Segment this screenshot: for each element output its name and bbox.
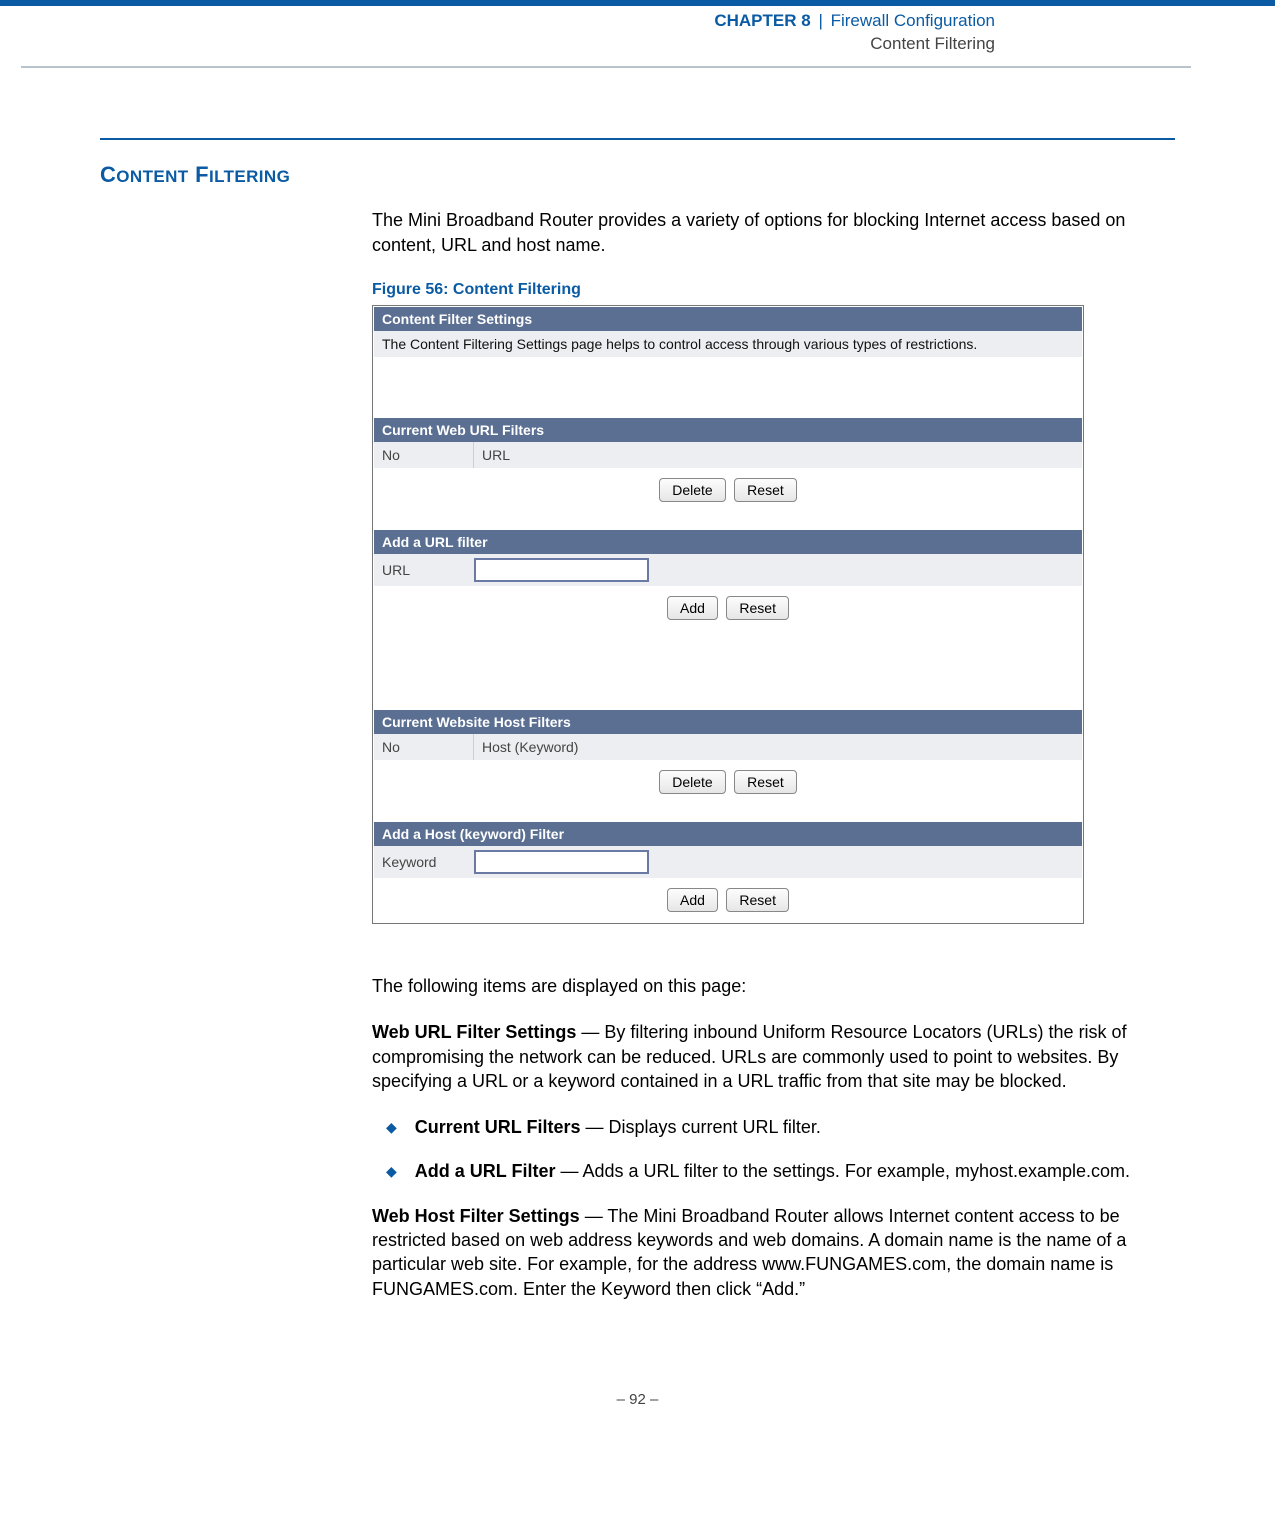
page-header: CHAPTER 8 | Firewall Configuration Conte… bbox=[0, 6, 1275, 66]
web-url-filter-paragraph: Web URL Filter Settings — By filtering i… bbox=[372, 1020, 1175, 1093]
section-heading: CONTENT FILTERING bbox=[100, 162, 1175, 188]
ss-add-host-title: Add a Host (keyword) Filter bbox=[374, 822, 1082, 846]
body-block: The Mini Broadband Router provides a var… bbox=[372, 208, 1175, 1301]
chapter-title: Firewall Configuration bbox=[831, 11, 995, 30]
heading-f: F bbox=[189, 162, 209, 187]
heading-c: C bbox=[100, 162, 116, 187]
ss-host-table-header: No Host (Keyword) bbox=[374, 734, 1082, 760]
ss-url-buttons: Delete Reset bbox=[374, 468, 1082, 512]
ss-add-url-title: Add a URL filter bbox=[374, 530, 1082, 554]
diamond-icon: ◆ bbox=[386, 1115, 397, 1139]
ss-url-form-row: URL bbox=[374, 554, 1082, 586]
ss-keyword-form-row: Keyword bbox=[374, 846, 1082, 878]
delete-button[interactable]: Delete bbox=[659, 478, 725, 502]
bullet2-body: — Adds a URL filter to the settings. For… bbox=[555, 1161, 1130, 1181]
bullet1-body: — Displays current URL filter. bbox=[580, 1117, 820, 1137]
separator: | bbox=[815, 11, 825, 30]
ss-url-table-header: No URL bbox=[374, 442, 1082, 468]
reset-button-4[interactable]: Reset bbox=[726, 888, 789, 912]
ss-main-title: Content Filter Settings bbox=[374, 307, 1082, 331]
embedded-screenshot: Content Filter Settings The Content Filt… bbox=[372, 305, 1084, 924]
ss-col-host: Host (Keyword) bbox=[474, 734, 1082, 760]
chapter-rest: HAPTER bbox=[727, 11, 797, 30]
heading-iltering: ILTERING bbox=[209, 167, 290, 186]
ss-keyword-label: Keyword bbox=[374, 849, 474, 875]
followup-paragraph: The following items are displayed on thi… bbox=[372, 974, 1175, 998]
reset-button-2[interactable]: Reset bbox=[726, 596, 789, 620]
figure-caption: Figure 56: Content Filtering bbox=[372, 281, 1175, 299]
keyword-input[interactable] bbox=[474, 850, 649, 874]
bullet-current-url: ◆ Current URL Filters — Displays current… bbox=[372, 1115, 1175, 1139]
ss-host-filters-title: Current Website Host Filters bbox=[374, 710, 1082, 734]
url-input[interactable] bbox=[474, 558, 649, 582]
delete-button-2[interactable]: Delete bbox=[659, 770, 725, 794]
page-number: – 92 – bbox=[0, 1323, 1275, 1428]
content-area: CONTENT FILTERING The Mini Broadband Rou… bbox=[0, 68, 1275, 1301]
reset-button-3[interactable]: Reset bbox=[734, 770, 797, 794]
add-button-2[interactable]: Add bbox=[667, 888, 718, 912]
ss-url-filters-title: Current Web URL Filters bbox=[374, 418, 1082, 442]
bullet2-lead: Add a URL Filter bbox=[415, 1161, 556, 1181]
reset-button[interactable]: Reset bbox=[734, 478, 797, 502]
chapter-c: C bbox=[714, 11, 726, 30]
ss-host-buttons: Delete Reset bbox=[374, 760, 1082, 804]
chapter-label: CHAPTER 8 bbox=[714, 11, 815, 30]
bullet-add-url: ◆ Add a URL Filter — Adds a URL filter t… bbox=[372, 1159, 1175, 1183]
ss-col-url: URL bbox=[474, 442, 1082, 468]
heading-ontent: ONTENT bbox=[116, 167, 188, 186]
ss-add-url-buttons: Add Reset bbox=[374, 586, 1082, 630]
para2-lead: Web Host Filter Settings bbox=[372, 1206, 580, 1226]
web-host-filter-paragraph: Web Host Filter Settings — The Mini Broa… bbox=[372, 1204, 1175, 1301]
chapter-num: 8 bbox=[797, 11, 811, 30]
add-button[interactable]: Add bbox=[667, 596, 718, 620]
para1-lead: Web URL Filter Settings bbox=[372, 1022, 576, 1042]
ss-col-no: No bbox=[374, 442, 474, 468]
ss-col-no-2: No bbox=[374, 734, 474, 760]
ss-main-desc: The Content Filtering Settings page help… bbox=[374, 331, 1082, 358]
ss-add-host-buttons: Add Reset bbox=[374, 878, 1082, 922]
diamond-icon: ◆ bbox=[386, 1159, 397, 1183]
ss-url-label: URL bbox=[374, 557, 474, 583]
intro-paragraph: The Mini Broadband Router provides a var… bbox=[372, 208, 1175, 257]
bullet1-lead: Current URL Filters bbox=[415, 1117, 581, 1137]
section-divider bbox=[100, 138, 1175, 141]
section-breadcrumb: Content Filtering bbox=[0, 33, 995, 56]
